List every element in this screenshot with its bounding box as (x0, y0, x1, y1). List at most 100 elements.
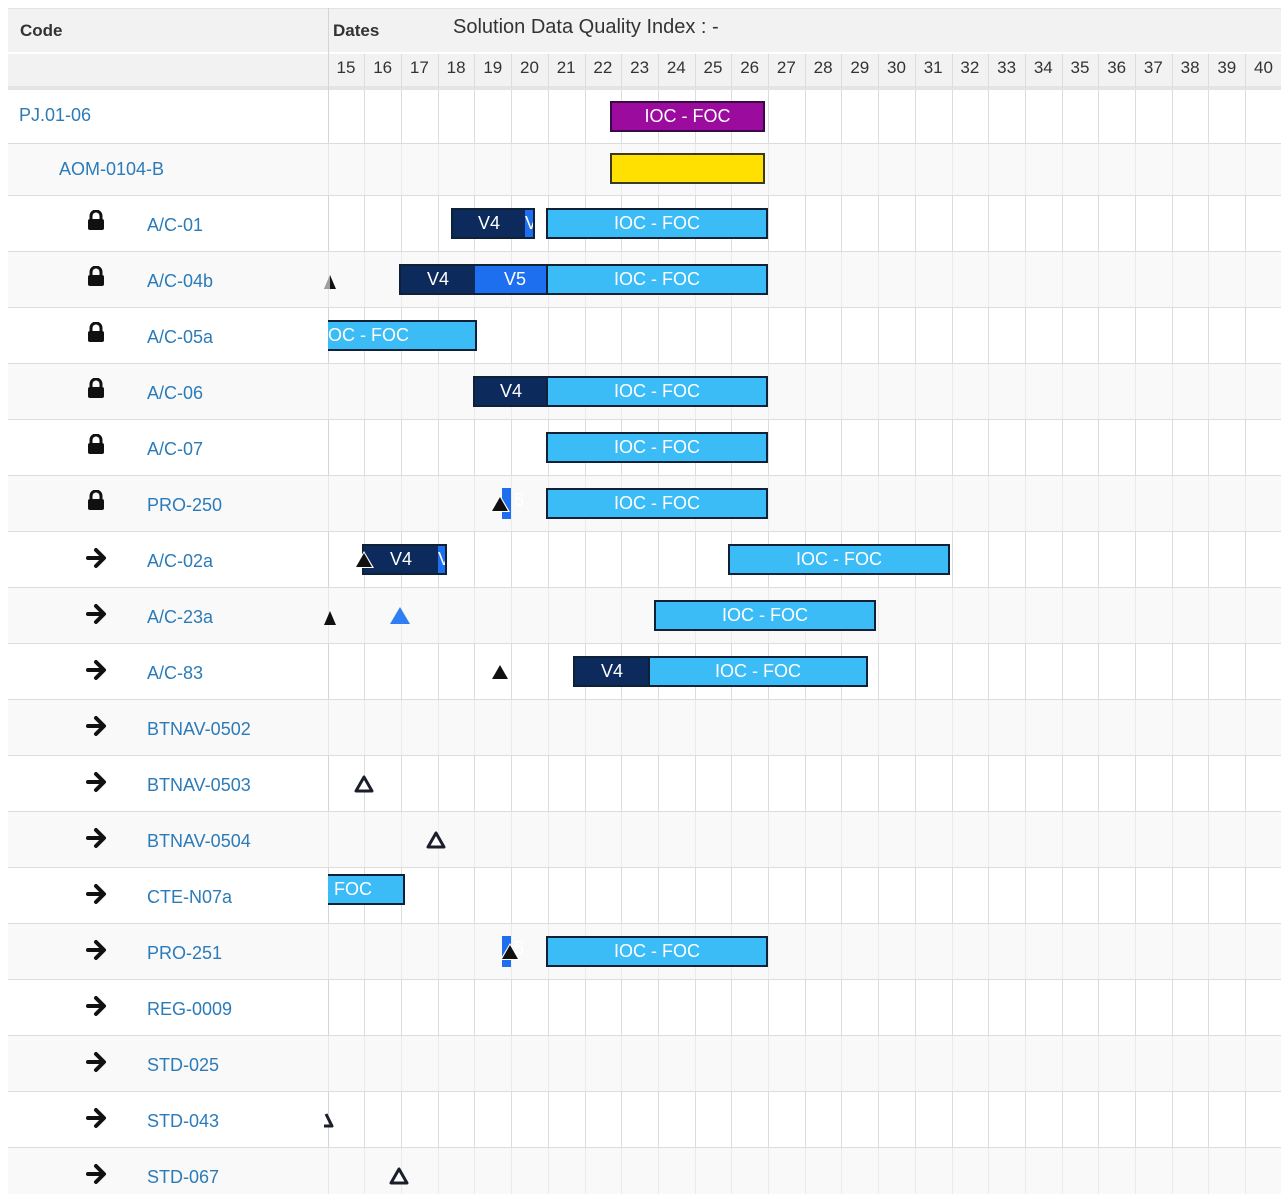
code-column-header[interactable]: Code (20, 21, 63, 41)
table-row: AOM-0104-B (8, 144, 1281, 196)
week-label: 39 (1217, 58, 1237, 77)
ioc-foc-bar[interactable]: IOC - FOC (728, 544, 950, 575)
milestone-blue-icon[interactable] (388, 604, 412, 626)
v4-bar[interactable]: V4 V (451, 208, 535, 239)
bar-label: V4 (426, 269, 450, 289)
week-divider (438, 54, 439, 88)
milestone-outline-icon[interactable] (387, 1164, 411, 1186)
week-divider (621, 54, 622, 88)
row-code-link[interactable]: A/C-01 (147, 215, 203, 236)
row-code-link[interactable]: A/C-04b (147, 271, 213, 292)
ioc-foc-bar[interactable]: IOC - FOC (546, 488, 768, 519)
week-label: 22 (593, 58, 613, 77)
table-row: STD-025 (8, 1036, 1281, 1092)
arrow-right-icon (86, 883, 106, 905)
ioc-foc-bar[interactable]: IOC - FOC (648, 656, 868, 687)
week-divider (1172, 54, 1173, 88)
row-code-link[interactable]: A/C-02a (147, 551, 213, 572)
row-code-link[interactable]: AOM-0104-B (59, 159, 164, 180)
week-label: 31 (923, 58, 943, 77)
dates-column-header[interactable]: Dates (333, 21, 379, 41)
week-divider (988, 54, 989, 88)
bar-label: OC - FOC (328, 325, 409, 345)
arrow-right-icon (86, 603, 106, 625)
week-divider (1245, 54, 1246, 88)
ioc-foc-bar[interactable]: IOC - FOC (546, 208, 768, 239)
week-label: 38 (1180, 58, 1200, 77)
milestone-filled-icon[interactable] (488, 660, 512, 682)
milestone-outline-icon[interactable] (424, 828, 448, 850)
project-bar[interactable]: IOC - FOC (610, 101, 765, 132)
ioc-foc-bar[interactable]: OC - FOC (328, 320, 477, 351)
milestone-filled-icon[interactable] (498, 940, 522, 962)
week-divider (952, 54, 953, 88)
week-label: 21 (556, 58, 576, 77)
ioc-foc-bar[interactable]: FOC (328, 874, 405, 905)
week-divider (695, 54, 696, 88)
row-code-link[interactable]: A/C-83 (147, 663, 203, 684)
bar-label: IOC - FOC (644, 106, 731, 126)
row-code-link[interactable]: A/C-06 (147, 383, 203, 404)
v5-segment: V (438, 546, 445, 573)
row-code-link[interactable]: STD-067 (147, 1167, 219, 1188)
milestone-outline-icon[interactable] (324, 1108, 336, 1130)
bar-label: IOC - FOC (796, 549, 882, 569)
week-label: 16 (373, 58, 393, 77)
week-label: 27 (776, 58, 796, 77)
week-label: 24 (666, 58, 686, 77)
milestone-filled-icon[interactable] (324, 605, 336, 627)
arrow-right-icon (86, 939, 106, 961)
table-row: PRO-250 5 IOC - FOC (8, 476, 1281, 532)
bar-label: 5 (514, 490, 525, 510)
row-code-link[interactable]: BTNAV-0502 (147, 719, 251, 740)
row-code-link[interactable]: PRO-251 (147, 943, 222, 964)
week-label: 29 (850, 58, 870, 77)
milestone-filled-icon[interactable] (324, 269, 336, 291)
row-code-link[interactable]: A/C-05a (147, 327, 213, 348)
row-code-link[interactable]: STD-025 (147, 1055, 219, 1076)
milestone-filled-icon[interactable] (352, 548, 376, 570)
week-divider (364, 54, 365, 88)
bar-label: IOC - FOC (614, 381, 700, 401)
table-row: A/C-07 IOC - FOC (8, 420, 1281, 476)
ioc-foc-bar[interactable]: IOC - FOC (654, 600, 876, 631)
ioc-foc-bar[interactable]: IOC - FOC (546, 432, 768, 463)
week-scale: 15 16 17 18 19 20 21 22 23 24 25 26 27 28 29 30 31 32 33 34… (8, 52, 1281, 90)
v5-segment: V (525, 210, 533, 237)
arrow-right-icon (86, 715, 106, 737)
row-code-link[interactable]: REG-0009 (147, 999, 232, 1020)
v4-bar[interactable]: V4 V5 (399, 264, 557, 295)
week-label: 19 (483, 58, 503, 77)
week-label: 33 (997, 58, 1017, 77)
table-row: CTE-N07a FOC (8, 868, 1281, 924)
lock-icon (86, 433, 106, 456)
ioc-foc-bar[interactable]: IOC - FOC (546, 936, 768, 967)
row-code-link[interactable]: BTNAV-0503 (147, 775, 251, 796)
bar-label: V4 (477, 213, 501, 233)
row-code-link[interactable]: PJ.01-06 (19, 105, 91, 126)
row-code-link[interactable]: CTE-N07a (147, 887, 232, 908)
arrow-right-icon (86, 771, 106, 793)
lock-icon (86, 489, 106, 512)
week-divider (1208, 54, 1209, 88)
v4-bar[interactable]: V4 (473, 376, 549, 407)
table-row: A/C-01 V4 V IOC - FOC (8, 196, 1281, 252)
week-label: 20 (520, 58, 539, 77)
row-code-link[interactable]: A/C-23a (147, 607, 213, 628)
v4-bar[interactable]: V4 (573, 656, 651, 687)
arrow-right-icon (86, 1163, 106, 1185)
milestone-outline-icon[interactable] (352, 772, 376, 794)
arrow-right-icon (86, 1107, 106, 1129)
ioc-foc-bar[interactable]: IOC - FOC (546, 376, 768, 407)
row-code-link[interactable]: BTNAV-0504 (147, 831, 251, 852)
row-code-link[interactable]: PRO-250 (147, 495, 222, 516)
row-code-link[interactable]: STD-043 (147, 1111, 219, 1132)
ioc-foc-bar[interactable]: IOC - FOC (546, 264, 768, 295)
week-divider (548, 54, 549, 88)
milestone-filled-icon[interactable] (488, 492, 512, 514)
week-label: 15 (336, 58, 356, 77)
row-code-link[interactable]: A/C-07 (147, 439, 203, 460)
table-row: BTNAV-0503 (8, 756, 1281, 812)
week-label: 34 (1033, 58, 1053, 77)
group-bar[interactable] (610, 153, 765, 184)
